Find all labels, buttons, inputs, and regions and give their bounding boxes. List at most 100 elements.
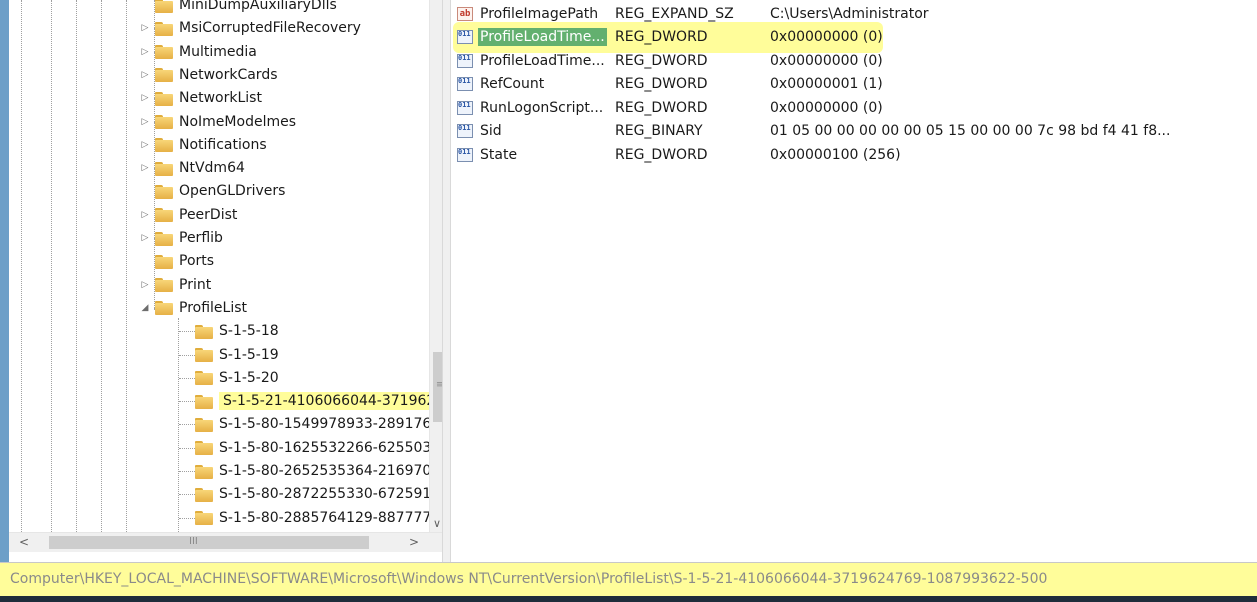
value-data: C:\Users\Administrator: [770, 5, 929, 22]
tree-item[interactable]: S-1-5-80-1549978933-2891762: [195, 413, 440, 435]
tree-item[interactable]: ▷ NetworkCards: [139, 64, 278, 86]
tree-item[interactable]: ▷ Perflib: [139, 227, 223, 249]
tree-item-label: NoImeModelmes: [179, 113, 296, 130]
tree-item-label: S-1-5-80-1549978933-2891762: [219, 416, 441, 433]
tree-item-label: NtVdm64: [179, 160, 245, 177]
registry-values-list[interactable]: ab ProfileImagePath REG_EXPAND_SZ C:\Users\…: [451, 0, 1257, 560]
binary-value-icon: 011 110: [457, 124, 473, 138]
tree-item-label: S-1-5-80-2652535364-2169709: [219, 463, 441, 479]
tree-item-label: S-1-5-20: [219, 369, 279, 386]
tree-item[interactable]: S-1-5-80-2885764129-8877770: [195, 507, 440, 529]
scroll-down-arrow-icon[interactable]: ∨: [433, 517, 441, 530]
folder-icon: [155, 67, 173, 83]
value-type: REG_DWORD: [615, 29, 708, 45]
tree-branch-line: [179, 331, 195, 333]
tree-item[interactable]: ▷ NoImeModelmes: [139, 111, 296, 133]
tree-item-label: OpenGLDrivers: [179, 183, 286, 200]
tree-item-label: S-1-5-80-1625532266-6255033: [219, 439, 441, 456]
value-row[interactable]: 011 110 ProfileLoadTime... REG_DWORD 0x0000…: [451, 49, 1257, 72]
folder-icon: [195, 440, 213, 456]
folder-icon: [155, 184, 173, 199]
taskbar-strip: [0, 596, 1257, 602]
tree-item[interactable]: ▷ MsiCorruptedFileRecovery: [139, 17, 361, 39]
pane-splitter[interactable]: [442, 0, 451, 566]
expand-arrow-icon[interactable]: ▷: [139, 233, 151, 243]
tree-item-label: S-1-5-21-4106066044-3719624: [219, 392, 442, 411]
folder-icon: [155, 161, 173, 176]
tree-item[interactable]: ▷ NtVdm64: [139, 157, 245, 179]
hscroll-grip-icon: III: [189, 536, 198, 547]
tree-item[interactable]: S-1-5-80-1625532266-6255033: [195, 437, 440, 459]
tree-item[interactable]: ▷ Multimedia: [139, 41, 257, 63]
value-data: 0x00000000 (0): [770, 99, 883, 116]
tree-item[interactable]: S-1-5-18: [195, 320, 279, 342]
expand-arrow-icon[interactable]: ▷: [139, 140, 151, 150]
tree-item-label: S-1-5-80-2872255330-6725912: [219, 486, 441, 503]
tree-item-label: ProfileList: [179, 299, 248, 316]
value-name: ProfileLoadTime...: [480, 52, 605, 69]
tree-guide-line: [101, 0, 102, 532]
tree-item[interactable]: S-1-5-20: [195, 367, 279, 389]
tree-branch-line: [179, 354, 195, 356]
folder-icon: [195, 370, 213, 386]
value-row[interactable]: 011 110 Sid REG_BINARY 01 05 00 00 00 00 00…: [451, 120, 1257, 143]
value-type: REG_BINARY: [615, 123, 703, 139]
expand-arrow-icon[interactable]: ▷: [139, 117, 151, 127]
scroll-right-arrow-icon[interactable]: >: [409, 535, 419, 549]
expand-arrow-icon[interactable]: ▷: [139, 210, 151, 220]
tree-item[interactable]: Ports: [139, 250, 214, 272]
folder-icon: [195, 464, 213, 479]
binary-value-icon: 011 110: [457, 53, 473, 68]
value-row[interactable]: 011 110 ProfileLoadTime... REG_DWORD 0x0000…: [451, 21, 1257, 53]
value-type: REG_EXPAND_SZ: [615, 5, 734, 22]
tree-guide-line: [76, 0, 77, 532]
tree-item-label: Multimedia: [179, 43, 257, 60]
expand-arrow-icon[interactable]: ▷: [139, 23, 151, 33]
tree-branch-line: [179, 401, 195, 403]
tree-item[interactable]: MiniDumpAuxiliaryDlls: [139, 0, 337, 16]
folder-icon: [155, 254, 173, 269]
expand-arrow-icon[interactable]: ▷: [139, 70, 151, 80]
expand-arrow-icon[interactable]: ▷: [139, 47, 151, 57]
tree-hscroll-thumb[interactable]: III: [49, 536, 369, 549]
folder-icon: [155, 300, 173, 316]
tree-item[interactable]: ▷ PeerDist: [139, 204, 238, 226]
registry-key-tree[interactable]: MiniDumpAuxiliaryDlls ▷ MsiCorruptedFileRe…: [9, 0, 442, 532]
value-row[interactable]: 011 110 State REG_DWORD 0x00000100 (256): [451, 143, 1257, 166]
tree-item[interactable]: ▷ Notifications: [139, 134, 267, 156]
tree-item[interactable]: S-1-5-21-4106066044-3719624: [195, 390, 442, 412]
tree-item[interactable]: S-1-5-19: [195, 344, 279, 366]
window-frame-left: [0, 0, 9, 566]
tree-item[interactable]: ▷ NetworkList: [139, 87, 262, 109]
value-name: ProfileImagePath: [480, 5, 599, 22]
value-type: REG_DWORD: [615, 99, 708, 116]
tree-vertical-scrollbar[interactable]: ≡ ∨: [429, 0, 442, 532]
folder-icon: [155, 207, 173, 223]
tree-horizontal-scrollbar[interactable]: < III >: [9, 532, 442, 552]
tree-item[interactable]: S-1-5-80-2652535364-2169709: [195, 460, 440, 482]
folder-icon: [155, 21, 173, 36]
tree-item[interactable]: ◢ ProfileList: [139, 297, 247, 319]
tree-item[interactable]: OpenGLDrivers: [139, 180, 285, 202]
tree-scroll-thumb[interactable]: ≡: [433, 352, 442, 422]
scroll-left-arrow-icon[interactable]: <: [19, 535, 29, 549]
tree-item[interactable]: ▷ Print: [139, 274, 212, 296]
value-name: Sid: [480, 123, 502, 139]
expand-arrow-icon[interactable]: ▷: [139, 163, 151, 173]
expand-arrow-icon[interactable]: ▷: [139, 93, 151, 103]
collapse-arrow-icon[interactable]: ◢: [139, 303, 151, 313]
tree-branch-line: [179, 447, 195, 449]
folder-icon: [155, 44, 173, 60]
tree-guide-line: [51, 0, 52, 532]
value-name: RunLogonScript...: [480, 99, 604, 116]
expand-arrow-icon[interactable]: ▷: [139, 280, 151, 290]
folder-icon: [195, 510, 213, 526]
value-row[interactable]: 011 110 RunLogonScript... REG_DWORD 0x00000…: [451, 96, 1257, 119]
binary-value-icon: 011 110: [457, 30, 473, 44]
value-row[interactable]: 011 110 RefCount REG_DWORD 0x00000001 (1): [451, 73, 1257, 96]
binary-value-icon: 011 110: [457, 147, 473, 162]
binary-value-icon: 011 110: [457, 100, 473, 115]
tree-item[interactable]: S-1-5-80-2872255330-6725912: [195, 483, 440, 505]
folder-icon: [195, 417, 213, 432]
folder-icon: [195, 487, 213, 502]
